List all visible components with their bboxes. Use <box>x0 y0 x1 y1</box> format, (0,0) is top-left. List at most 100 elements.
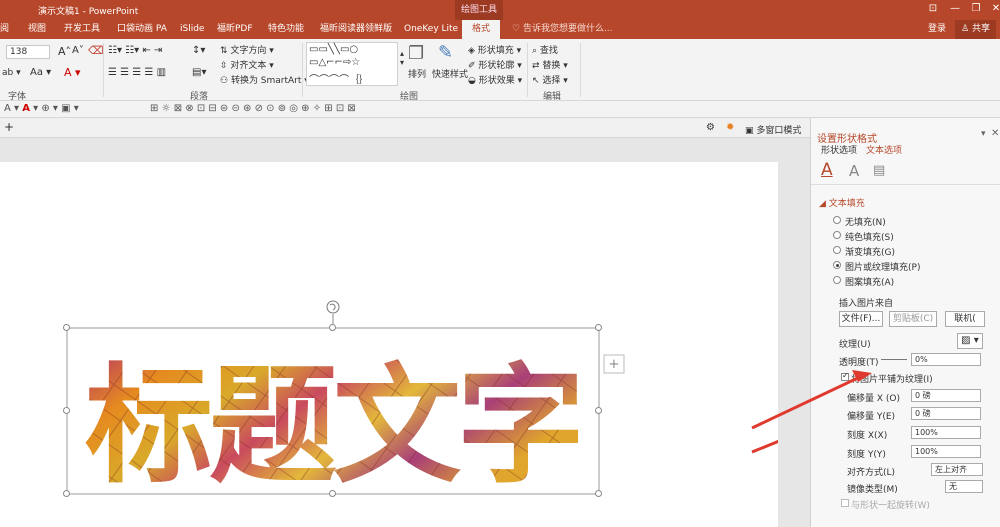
mirror-select[interactable]: 无 <box>945 480 983 493</box>
text-direction-button[interactable]: ⇅ 文字方向 ▾ <box>220 43 274 56</box>
tab-islide[interactable]: iSlide <box>180 20 204 39</box>
pane-close-icon[interactable]: ✕ <box>991 128 999 139</box>
checkmark-icon: ✓ <box>842 371 849 380</box>
tile-checkbox[interactable]: ✓ <box>841 371 849 381</box>
pane-menu-icon[interactable]: ▾ <box>981 129 986 139</box>
multi-window-button[interactable]: ▣ 多窗口模式 <box>745 123 801 136</box>
radio-pattern-fill[interactable] <box>833 276 841 284</box>
transparency-label: 透明度(T) <box>839 358 879 368</box>
annotation-arrow-line <box>751 439 778 454</box>
ribbon-tabs: 阅 视图 开发工具 口袋动画 PA iSlide 福昕PDF 特色功能 福昕阅读… <box>0 20 1000 39</box>
offset-x-field[interactable]: 0 磅 <box>911 389 981 402</box>
alignment-select[interactable]: 左上对齐 <box>931 463 983 476</box>
tab-text-options[interactable]: 文本选项 <box>866 143 902 156</box>
toolbar-tools-icons[interactable]: ⊞ ☼ ⊠ ⊗ ⊡ ⊟ ⊜ ⊝ ⊛ ⊘ ⊙ ⊚ ◎ ⊕ ✧ ⊞ ⊡ ⊠ <box>150 103 356 114</box>
resize-handle-br[interactable] <box>595 490 602 497</box>
transparency-field[interactable]: 0% <box>911 353 981 366</box>
font-color-quick-icon[interactable]: A ▾ A ▾ ⊕ ▾ ▣ ▾ <box>4 103 79 114</box>
search-icon: ⌕ <box>532 46 540 56</box>
align-icons[interactable]: ☰ ☰ ☰ ☰ ▥ <box>108 67 166 78</box>
tab-foxit-pdf[interactable]: 福昕PDF <box>217 20 253 39</box>
tab-format[interactable]: 格式 <box>462 20 501 39</box>
resize-handle-bl[interactable] <box>63 490 70 497</box>
label-pattern-fill: 图案填充(A) <box>845 278 895 288</box>
clipboard-button[interactable]: 剪贴板(C) <box>889 311 937 327</box>
change-case-icon[interactable]: Aa ▾ <box>30 67 51 78</box>
rotate-handle-icon[interactable] <box>326 300 340 314</box>
gallery-scroll-icon[interactable]: ▴ ▾ <box>400 49 404 67</box>
restore-button[interactable]: ❐ <box>965 0 987 20</box>
offset-y-field[interactable]: 0 磅 <box>911 407 981 420</box>
resize-handle-t[interactable] <box>329 324 336 331</box>
resize-handle-tl[interactable] <box>63 324 70 331</box>
smartart-button[interactable]: ⚇ 转换为 SmartArt ▾ <box>220 73 309 86</box>
replace-button[interactable]: ⇄ 替换 ▾ <box>532 58 568 71</box>
ribbon-display-options-icon[interactable]: ⊡ <box>922 0 944 20</box>
radio-picture-fill[interactable] <box>833 261 841 269</box>
new-tab-icon[interactable]: + <box>4 120 14 134</box>
tell-me-search[interactable]: ♡ 告诉我您想要做什么... <box>512 20 613 39</box>
resize-handle-tr[interactable] <box>595 324 602 331</box>
effects-icon: ◒ <box>468 76 479 86</box>
settings-icon[interactable]: ⚙ <box>706 122 715 133</box>
pencil-icon: ✐ <box>468 61 479 71</box>
tab-onekey[interactable]: OneKey Lite <box>404 20 458 39</box>
tab-features[interactable]: 特色功能 <box>268 20 304 39</box>
arrange-button[interactable]: 排列 <box>408 67 426 80</box>
text-fill-outline-icon[interactable]: A <box>821 160 833 180</box>
tab-foxit-reader[interactable]: 福昕阅读器领鲜版 <box>320 20 392 39</box>
bullets-icon[interactable]: ☷▾ ☷▾ ⇤ ⇥ <box>108 45 162 56</box>
textbox-icon[interactable]: ▤ <box>873 163 885 178</box>
increase-font-icon[interactable]: A˄ <box>58 45 71 58</box>
tab-pocket-animation[interactable]: 口袋动画 PA <box>117 20 167 39</box>
text-effects-icon[interactable]: A <box>849 162 859 180</box>
align-text-icon: ⇳ <box>220 61 231 71</box>
shapes-gallery[interactable]: ▭▭╲╲▭○ ▭△⌐⌐⇨☆ ⌒⌒⌒⌒｛｝ <box>306 42 398 86</box>
slide[interactable]: 标题文字 标题文字 + <box>0 162 778 527</box>
tab-shape-options[interactable]: 形状选项 <box>821 143 857 156</box>
decrease-font-icon[interactable]: A˅ <box>72 45 84 56</box>
online-button[interactable]: 联机( <box>945 311 985 327</box>
transparency-slider[interactable] <box>881 359 907 360</box>
minimize-button[interactable]: — <box>944 0 966 20</box>
shape-effects-button[interactable]: ◒ 形状效果 ▾ <box>468 73 522 86</box>
gear-icon[interactable]: ✹ <box>726 122 734 133</box>
login-link[interactable]: 登录 <box>928 20 946 39</box>
offset-x-label: 偏移量 X (O) <box>847 394 900 404</box>
tab-view[interactable]: 视图 <box>28 20 46 39</box>
find-button[interactable]: ⌕ 查找 <box>532 43 558 56</box>
share-button[interactable]: ♙ 共享 <box>955 20 996 39</box>
quick-styles-icon[interactable]: ✎ <box>438 42 453 63</box>
font-color-icon[interactable]: A ▾ <box>64 66 81 79</box>
radio-gradient-fill[interactable] <box>833 246 841 254</box>
resize-handle-r[interactable] <box>595 407 602 414</box>
label-gradient-fill: 渐变填充(G) <box>845 248 895 258</box>
align-text-button[interactable]: ⇳ 对齐文本 ▾ <box>220 58 274 71</box>
shape-outline-button[interactable]: ✐ 形状轮廓 ▾ <box>468 58 522 71</box>
texture-picker-icon[interactable]: ▨ ▾ <box>957 333 983 349</box>
close-button[interactable]: ✕ <box>985 0 1000 20</box>
plus-icon: + <box>609 357 620 372</box>
section-text-fill[interactable]: ◢ 文本填充 <box>819 196 865 209</box>
shape-fill-button[interactable]: ◈ 形状填充 ▾ <box>468 43 521 56</box>
quick-styles-button[interactable]: 快速样式 <box>432 67 468 80</box>
columns-icon[interactable]: ▤▾ <box>192 67 206 78</box>
char-spacing-icon[interactable]: ab ▾ <box>2 68 21 78</box>
tab-review[interactable]: 阅 <box>0 20 9 39</box>
line-spacing-icon[interactable]: ↕▾ <box>192 45 205 56</box>
scale-y-field[interactable]: 100% <box>911 445 981 458</box>
resize-handle-l[interactable] <box>63 407 70 414</box>
radio-solid-fill[interactable] <box>833 231 841 239</box>
resize-handle-b[interactable] <box>329 490 336 497</box>
clear-format-icon[interactable]: ⌫ <box>88 44 104 57</box>
tab-developer[interactable]: 开发工具 <box>64 20 100 39</box>
arrange-icon[interactable]: ❐ <box>408 43 424 64</box>
rotate-with-shape-checkbox[interactable] <box>841 499 849 507</box>
font-size-box[interactable]: 138 <box>6 45 50 59</box>
scale-x-field[interactable]: 100% <box>911 426 981 439</box>
scale-x-label: 刻度 X(X) <box>847 431 888 441</box>
shapes-row-2: ▭△⌐⌐⇨☆ <box>309 57 361 68</box>
file-button[interactable]: 文件(F)... <box>839 311 883 327</box>
radio-no-fill[interactable] <box>833 216 841 224</box>
select-button[interactable]: ↖ 选择 ▾ <box>532 73 568 86</box>
